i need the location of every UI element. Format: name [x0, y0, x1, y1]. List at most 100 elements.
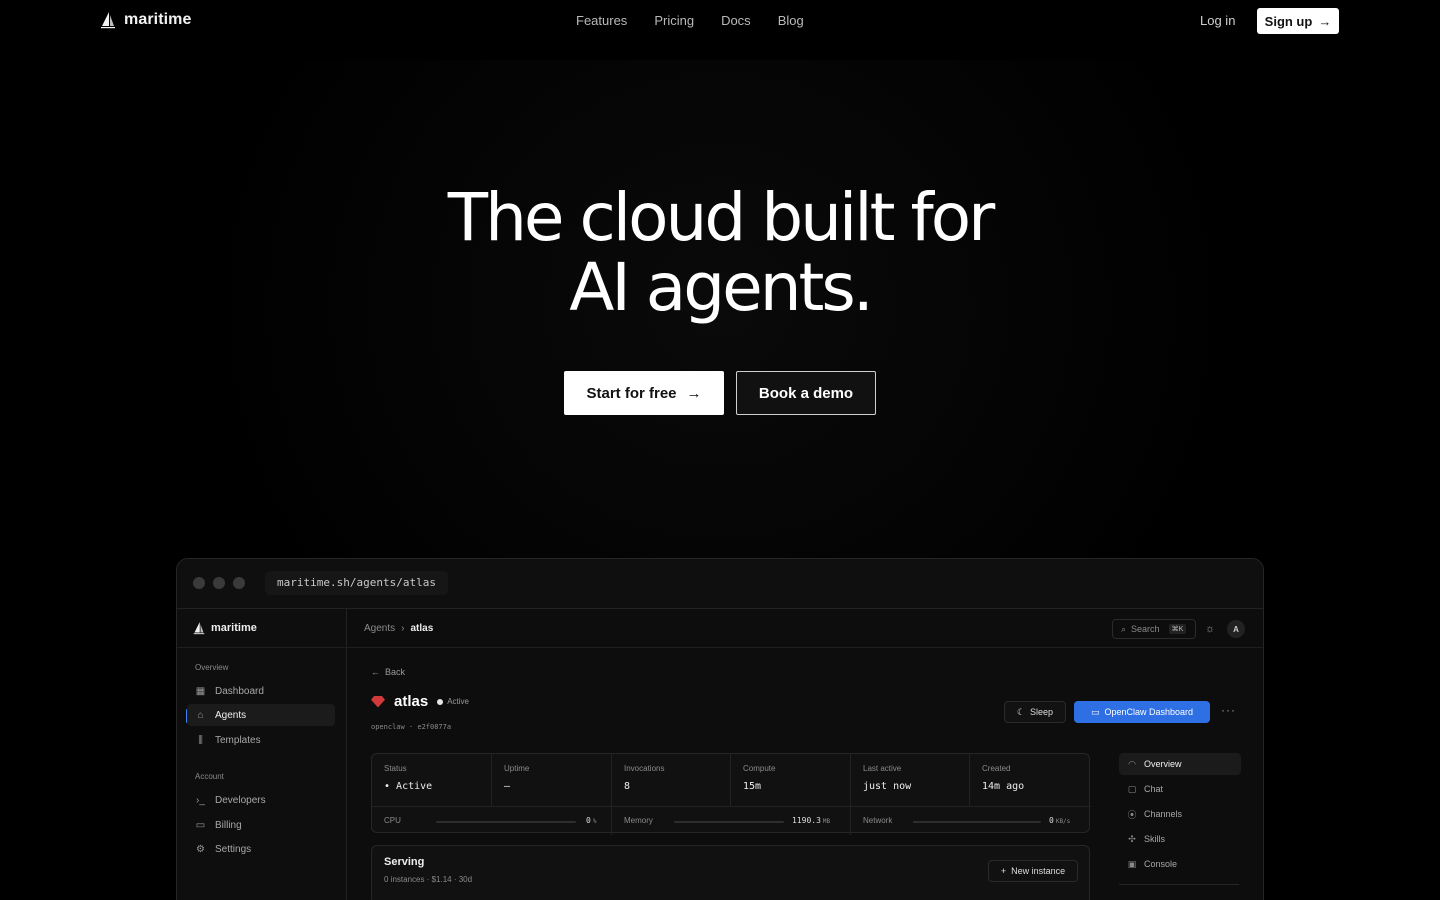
- sail-icon: [101, 12, 115, 29]
- meter-unit: MB: [822, 818, 831, 825]
- sidebar-brand-name: maritime: [211, 622, 257, 634]
- search-button[interactable]: ⌕ Search ⌘K: [1112, 619, 1196, 639]
- status-badge: Active: [437, 697, 469, 706]
- gauge-icon: ◠: [1128, 758, 1136, 769]
- search-icon: ⌕: [1121, 623, 1127, 634]
- status-dot-icon: •: [384, 781, 397, 792]
- meter-value: 0%: [586, 816, 596, 825]
- nav-link-pricing[interactable]: Pricing: [654, 13, 694, 28]
- status-label: Active: [447, 697, 469, 706]
- back-link[interactable]: ← Back: [371, 667, 405, 677]
- book-demo-button[interactable]: Book a demo: [736, 371, 876, 415]
- meter-unit: %: [592, 818, 597, 825]
- window-dot-maximize[interactable]: [233, 577, 245, 589]
- window-dot-close[interactable]: [193, 577, 205, 589]
- puzzle-icon: ✣: [1128, 833, 1136, 844]
- meter-value: 0 KB/s: [1049, 816, 1070, 825]
- sidebar-item-label: Settings: [215, 843, 252, 855]
- grid-icon: ▦: [195, 685, 206, 697]
- arrow-left-icon: ←: [371, 667, 380, 677]
- window-dot-minimize[interactable]: [213, 577, 225, 589]
- sidebar-item-dashboard[interactable]: ▦ Dashboard: [195, 680, 335, 702]
- subnav-item-chat[interactable]: ▢ Chat: [1119, 778, 1241, 800]
- sidebar-item-agents[interactable]: ⌂ Agents: [187, 704, 335, 726]
- nav-link-docs[interactable]: Docs: [721, 13, 751, 28]
- brand-logo[interactable]: maritime: [100, 11, 192, 29]
- subnav-label: Chat: [1144, 784, 1164, 794]
- subnav-label: Overview: [1144, 759, 1182, 769]
- sidebar-item-settings[interactable]: ⚙ Settings: [195, 838, 335, 860]
- stats-panel: Status • Active Uptime – Invocations 8 C…: [371, 753, 1091, 835]
- stat-value: 14m ago: [982, 781, 1025, 792]
- url-bar[interactable]: maritime.sh/agents/atlas: [265, 571, 448, 595]
- arrow-right-icon: →: [686, 384, 702, 402]
- new-instance-button[interactable]: + New instance: [988, 860, 1078, 882]
- stat-value: –: [504, 781, 511, 792]
- signup-button[interactable]: Sign up →: [1257, 8, 1339, 34]
- meter-value: 1190.3 MB: [792, 816, 830, 825]
- agent-subnav: ◠ Overview ▢ Chat ⦿ Channels ✣ Skills ▣ …: [1119, 753, 1241, 878]
- sleep-label: Sleep: [1030, 707, 1054, 717]
- sidebar-item-templates[interactable]: ⫼ Templates: [195, 729, 335, 751]
- stat-label: Invocations: [624, 764, 665, 773]
- stat-uptime: Uptime –: [492, 754, 612, 806]
- gem-icon: [371, 695, 385, 708]
- hero-headline: The cloud built for AI agents.: [0, 183, 1440, 323]
- login-link[interactable]: Log in: [1200, 13, 1235, 28]
- avatar[interactable]: A: [1227, 620, 1245, 638]
- breadcrumb-parent[interactable]: Agents: [364, 623, 395, 634]
- subnav-item-skills[interactable]: ✣ Skills: [1119, 828, 1241, 850]
- card-icon: ▭: [195, 819, 206, 831]
- sidebar-brand[interactable]: maritime: [193, 621, 257, 635]
- subnav-item-overview[interactable]: ◠ Overview: [1119, 753, 1241, 775]
- agent-meta: openclaw · e2f0877a: [371, 723, 452, 731]
- arrow-right-icon: →: [1318, 13, 1332, 29]
- subnav-item-channels[interactable]: ⦿ Channels: [1119, 803, 1241, 825]
- meter-row: CPU 0% Memory 1190.3 MB Network 0 KB/s: [372, 806, 1091, 835]
- serving-title: Serving: [384, 856, 425, 868]
- search-label: Search: [1131, 624, 1160, 634]
- meter-value-text: 1190.3: [792, 816, 821, 825]
- more-options-icon[interactable]: ···: [1221, 703, 1236, 717]
- nav-link-features[interactable]: Features: [576, 13, 627, 28]
- sail-icon: [193, 622, 205, 635]
- back-label: Back: [385, 667, 406, 677]
- sidebar-item-label: Dashboard: [215, 685, 264, 697]
- meter-cpu: CPU 0%: [372, 807, 612, 835]
- stat-invocations: Invocations 8: [612, 754, 731, 806]
- app-topbar: Agents › atlas ⌕ Search ⌘K ☼ A: [347, 609, 1263, 648]
- library-icon: ⫼: [198, 734, 203, 746]
- stat-value: just now: [863, 781, 912, 792]
- openclaw-dashboard-button[interactable]: ▭ OpenClaw Dashboard: [1074, 701, 1210, 723]
- start-free-button[interactable]: Start for free →: [564, 371, 724, 415]
- meter-label: CPU: [384, 816, 401, 825]
- sleep-button[interactable]: ☾ Sleep: [1004, 701, 1066, 723]
- subnav-item-console[interactable]: ▣ Console: [1119, 853, 1241, 875]
- serving-panel: Serving 0 instances · $1.14 · 30d + New …: [371, 845, 1090, 900]
- breadcrumb-current: atlas: [410, 623, 434, 634]
- terminal-icon: ›_: [196, 794, 205, 806]
- sidebar-item-billing[interactable]: ▭ Billing: [195, 814, 335, 836]
- sidebar-item-label: Developers: [215, 794, 266, 806]
- subnav-label: Skills: [1144, 834, 1166, 844]
- meter-memory: Memory 1190.3 MB: [612, 807, 851, 835]
- agent-name: atlas: [394, 693, 429, 710]
- app-main: Agents › atlas ⌕ Search ⌘K ☼ A ← Back at…: [347, 609, 1263, 900]
- broadcast-icon: ⦿: [1127, 809, 1137, 820]
- sidebar-section-overview: Overview: [195, 663, 229, 672]
- robot-icon: ⌂: [197, 709, 204, 721]
- sidebar-item-developers[interactable]: ›_ Developers: [195, 789, 335, 811]
- meter-label: Memory: [624, 816, 653, 825]
- meter-value-text: 0: [586, 816, 591, 825]
- app-sidebar: maritime Overview ▦ Dashboard ⌂ Agents ⫼…: [177, 609, 347, 900]
- sun-icon[interactable]: ☼: [1205, 623, 1215, 635]
- stat-label: Status: [384, 764, 407, 773]
- stat-created: Created 14m ago: [970, 754, 1089, 806]
- nav-link-blog[interactable]: Blog: [778, 13, 804, 28]
- meter-track: [436, 821, 576, 823]
- stat-compute: Compute 15m: [731, 754, 851, 806]
- stat-last-active: Last active just now: [851, 754, 970, 806]
- search-shortcut: ⌘K: [1168, 624, 1187, 634]
- meter-value-text: 0: [1049, 816, 1054, 825]
- stat-value: • Active: [384, 781, 479, 792]
